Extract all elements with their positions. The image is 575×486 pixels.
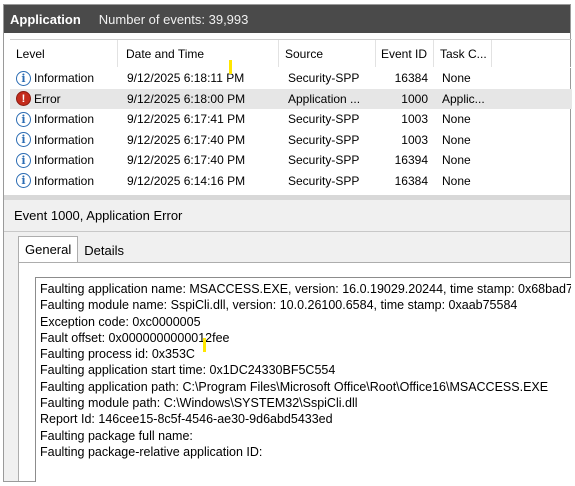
row-event-id: 16384	[394, 71, 428, 86]
row-task: Applic...	[442, 91, 485, 106]
table-row[interactable]: i Information 9/12/2025 6:17:40 PM Securi…	[10, 150, 572, 171]
highlight-mark	[229, 60, 232, 74]
info-icon: i	[16, 173, 31, 189]
row-level: Error	[34, 91, 61, 106]
log-title-bar: Application Number of events: 39,993	[4, 5, 570, 33]
description-line: Faulting package-relative application ID…	[40, 444, 263, 459]
general-tab-panel: Faulting application name: MSACCESS.EXE,…	[18, 262, 571, 482]
row-level: Information	[34, 71, 95, 86]
info-icon: i	[16, 70, 31, 86]
description-line: Faulting process id: 0x353C	[40, 347, 195, 362]
description-line: Faulting module name: SspiCli.dll, versi…	[40, 298, 518, 313]
highlight-mark	[203, 338, 206, 352]
description-line: Exception code: 0xc0000005	[40, 314, 201, 329]
column-header-date[interactable]: Date and Time	[118, 40, 279, 67]
row-task: None	[442, 132, 471, 147]
row-task: None	[442, 173, 471, 188]
row-source: Security-SPP	[288, 112, 360, 127]
event-description-box[interactable]: Faulting application name: MSACCESS.EXE,…	[35, 277, 571, 482]
table-row[interactable]: i Information 9/12/2025 6:14:16 PM Securi…	[10, 171, 572, 192]
error-icon: !	[16, 91, 31, 107]
description-line: Faulting module path: C:\Windows\SYSTEM3…	[40, 396, 358, 411]
column-header-level[interactable]: Level	[10, 40, 118, 67]
row-source: Security-SPP	[288, 132, 360, 147]
row-source: Security-SPP	[288, 71, 360, 86]
description-line: Faulting application name: MSACCESS.EXE,…	[40, 282, 571, 296]
table-row[interactable]: i Information 9/12/2025 6:18:11 PM Securi…	[10, 68, 572, 89]
column-header-task-category[interactable]: Task C...	[434, 40, 492, 67]
description-line: Faulting package full name:	[40, 428, 193, 443]
description-line: Fault offset: 0x0000000000012fee	[40, 330, 230, 345]
tab-general[interactable]: General	[18, 236, 79, 262]
info-icon: i	[16, 152, 31, 168]
log-name: Application	[10, 11, 81, 27]
description-line: Faulting application start time: 0x1DC24…	[40, 363, 336, 378]
event-count: Number of events: 39,993	[98, 11, 249, 27]
row-event-id: 16384	[394, 173, 428, 188]
events-table: Level Date and Time Source Event ID Task…	[10, 39, 572, 191]
column-header-event-id[interactable]: Event ID	[376, 40, 434, 67]
row-event-id: 1000	[401, 91, 428, 106]
info-icon: i	[16, 132, 31, 148]
row-event-id: 1003	[401, 112, 428, 127]
description-line: Report Id: 146cee15-8c5f-4546-ae30-9d6ab…	[40, 412, 333, 427]
table-header: Level Date and Time Source Event ID Task…	[10, 40, 572, 68]
row-date: 9/12/2025 6:18:11 PM	[127, 71, 245, 86]
row-date: 9/12/2025 6:17:40 PM	[127, 132, 246, 147]
row-task: None	[442, 71, 471, 86]
event-detail-pane: General Details Faulting application nam…	[4, 232, 571, 482]
column-header-source[interactable]: Source	[279, 40, 376, 67]
row-source: Application ...	[288, 91, 361, 106]
description-line: Faulting application path: C:\Program Fi…	[40, 379, 549, 394]
row-event-id: 1003	[401, 132, 428, 147]
tab-details[interactable]: Details	[78, 238, 130, 262]
row-task: None	[442, 112, 471, 127]
row-event-id: 16394	[394, 153, 428, 168]
event-viewer-window: Application Number of events: 39,993 Lev…	[3, 4, 572, 482]
detail-tabs: General Details	[18, 236, 130, 262]
info-icon: i	[16, 111, 31, 127]
row-date: 9/12/2025 6:18:00 PM	[127, 91, 246, 106]
row-date: 9/12/2025 6:17:41 PM	[127, 112, 246, 127]
row-level: Information	[34, 173, 95, 188]
row-source: Security-SPP	[288, 173, 360, 188]
row-source: Security-SPP	[288, 153, 360, 168]
event-detail-title: Event 1000, Application Error	[4, 200, 570, 232]
row-level: Information	[34, 112, 95, 127]
row-level: Information	[34, 132, 95, 147]
table-row-selected[interactable]: ! Error 9/12/2025 6:18:00 PM Application …	[10, 88, 572, 109]
row-date: 9/12/2025 6:17:40 PM	[127, 153, 246, 168]
table-row[interactable]: i Information 9/12/2025 6:17:41 PM Securi…	[10, 109, 572, 130]
row-date: 9/12/2025 6:14:16 PM	[127, 173, 246, 188]
table-row[interactable]: i Information 9/12/2025 6:17:40 PM Securi…	[10, 130, 572, 151]
row-task: None	[442, 153, 471, 168]
row-level: Information	[34, 153, 95, 168]
